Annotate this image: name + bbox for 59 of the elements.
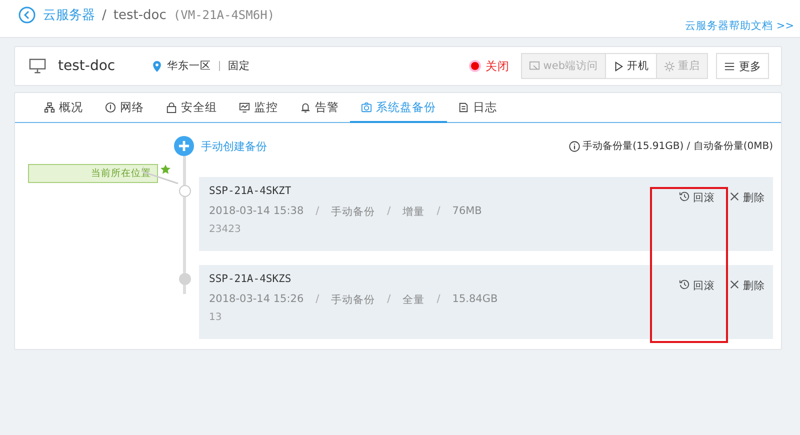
- tab[interactable]: 概况: [33, 93, 94, 122]
- add-icon[interactable]: [174, 136, 194, 156]
- bell-icon: [300, 102, 311, 113]
- backup-mode: 手动备份: [331, 293, 376, 307]
- info-icon: [568, 140, 580, 152]
- backup-usage: 手动备份量(15.91GB) / 自动备份量(0MB): [582, 140, 773, 153]
- breadcrumb-separator: /: [102, 8, 106, 22]
- lock-icon: [166, 102, 177, 113]
- location-pin-icon: [153, 60, 162, 72]
- backup-name: SSP-21A-4SKZS: [209, 273, 292, 285]
- back-icon[interactable]: [18, 6, 36, 24]
- backup-type: 全量: [402, 293, 425, 307]
- meta-separator: /: [436, 205, 440, 219]
- chart-monitor-icon: [239, 102, 250, 113]
- tab[interactable]: 日志: [447, 93, 508, 122]
- backup-type: 增量: [402, 205, 425, 219]
- breadcrumb-current: test-doc: [113, 8, 166, 22]
- history-icon: [679, 279, 690, 290]
- ip-type-label: 固定: [228, 59, 250, 73]
- camera-icon: [361, 102, 372, 112]
- backup-note: 13: [209, 312, 223, 323]
- meta-separator: /: [387, 293, 391, 307]
- tab[interactable]: 安全组: [155, 93, 228, 122]
- status-label: 关闭: [485, 58, 510, 74]
- meta-separator: /: [316, 205, 320, 219]
- close-icon: [729, 279, 740, 290]
- tab[interactable]: 监控: [228, 93, 289, 122]
- backup-name: SSP-21A-4SKZT: [209, 185, 292, 197]
- screen-icon: [529, 60, 540, 72]
- backup-size: 76MB: [452, 205, 482, 219]
- backup-size: 15.84GB: [452, 293, 498, 307]
- more-button[interactable]: 更多: [716, 53, 769, 79]
- meta-separator: /: [387, 205, 391, 219]
- history-icon: [679, 191, 690, 202]
- backup-mode: 手动备份: [331, 205, 376, 219]
- rollback-link[interactable]: 回滚: [679, 191, 715, 205]
- delete-link[interactable]: 删除: [729, 279, 765, 293]
- hierarchy-icon: [44, 102, 55, 113]
- tab[interactable]: 告警: [289, 93, 350, 122]
- monitor-icon: [29, 58, 46, 74]
- tab[interactable]: 网络: [94, 93, 155, 122]
- gear-icon: [664, 60, 675, 72]
- backup-note: 23423: [209, 224, 242, 235]
- network-icon: [105, 102, 116, 113]
- close-icon: [729, 191, 740, 202]
- backup-time: 2018-03-14 15:38: [209, 205, 304, 219]
- rollback-link[interactable]: 回滚: [679, 279, 715, 293]
- server-name: test-doc: [58, 58, 116, 74]
- meta-separator: /: [316, 293, 320, 307]
- document-icon: [458, 102, 469, 113]
- delete-link[interactable]: 删除: [729, 191, 765, 205]
- region-label: 华东一区: [167, 59, 212, 73]
- meta-separator: /: [436, 293, 440, 307]
- play-icon: [613, 60, 624, 72]
- backup-time: 2018-03-14 15:26: [209, 293, 304, 307]
- status-dot: [471, 62, 480, 70]
- star-icon: [160, 164, 171, 175]
- server-id: (VM-21A-4SM6H): [173, 8, 275, 22]
- menu-icon: [724, 60, 735, 72]
